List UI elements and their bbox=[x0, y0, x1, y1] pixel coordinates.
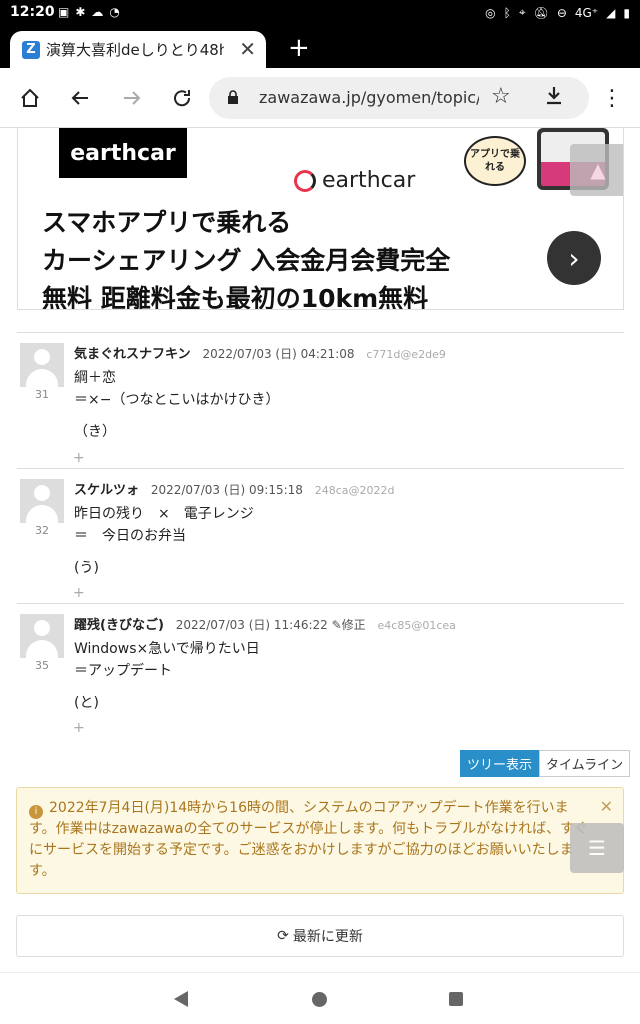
network-label: 4G⁺ bbox=[574, 5, 599, 20]
ad-brand-text: earthcar bbox=[322, 168, 416, 193]
download-icon[interactable] bbox=[543, 84, 565, 112]
ad-headline-line: スマホアプリで乗れる bbox=[42, 208, 292, 237]
post-date: 2022/07/03 (日) 09:15:18 bbox=[150, 483, 303, 497]
wifi-icon: ◔ bbox=[109, 5, 120, 19]
post-number: 32 bbox=[35, 524, 49, 537]
reply-plus-icon[interactable]: + bbox=[73, 720, 85, 736]
post-body: 綱＋恋 ＝×−（つなとこいはかけひき） （き） bbox=[74, 370, 280, 440]
edited-label: 修正 bbox=[341, 618, 366, 632]
bookmark-star-icon[interactable]: ☆ bbox=[491, 84, 511, 109]
post-id[interactable]: 248ca@2022d bbox=[315, 484, 395, 497]
comment-post: 31 気まぐれスナフキン 2022/07/03 (日) 04:21:08 c77… bbox=[17, 333, 624, 468]
cloud-icon: ☁ bbox=[91, 5, 104, 19]
avatar bbox=[20, 614, 64, 658]
timeline-view-button[interactable]: タイムライン bbox=[539, 750, 631, 777]
lock-icon bbox=[228, 90, 238, 104]
nav-recents-icon[interactable] bbox=[449, 992, 463, 1006]
ad-headline-line: 無料 距離料金も最初の10km無料 bbox=[42, 284, 429, 310]
battery-icon: ▮ bbox=[623, 5, 630, 20]
toolbar: zawazawa.jp/gyomen/topic/3 ☆ ⋮ bbox=[0, 68, 640, 128]
ad-headline-line: カーシェアリング 入会金月会費完全 bbox=[42, 246, 451, 275]
ad-brand: earthcar bbox=[294, 168, 415, 193]
post-body: 昨日の残り × 電子レンジ ＝ 今日のお弁当 (う) bbox=[74, 506, 254, 576]
floating-menu-button[interactable]: ☰ bbox=[570, 823, 624, 873]
tab-bar: Z 演算大喜利deしりとり48h ✕ bbox=[0, 26, 640, 68]
reply-plus-icon[interactable]: + bbox=[73, 450, 85, 466]
back-icon[interactable] bbox=[64, 82, 96, 114]
ad-headline: スマホアプリで乗れる カーシェアリング 入会金月会費完全 無料 距離料金も最初の… bbox=[42, 204, 512, 310]
mute-icon: 🔕︎ bbox=[533, 5, 549, 20]
refresh-button[interactable]: ⟳ 最新に更新 bbox=[16, 915, 624, 957]
post-date: 2022/07/03 (日) 11:46:22 bbox=[175, 618, 328, 632]
nav-back-icon[interactable] bbox=[174, 991, 188, 1007]
app-notification-icon: ✱ bbox=[75, 5, 86, 19]
sync-icon: ◎ bbox=[485, 5, 496, 20]
home-icon[interactable] bbox=[14, 82, 46, 114]
notice-text: 2022年7月4日(月)14時から16時の間、システムのコアアップデート作業を行… bbox=[29, 800, 589, 879]
more-menu-icon[interactable]: ⋮ bbox=[596, 82, 628, 114]
location-icon: ⌖ bbox=[518, 5, 526, 19]
bluetooth-icon: ᛒ bbox=[503, 5, 511, 20]
advertisement-banner[interactable]: earthcar earthcar アプリで乗れる ▲ スマホアプリで乗れる カ… bbox=[17, 128, 624, 310]
refresh-label: 最新に更新 bbox=[292, 929, 363, 945]
tree-view-button[interactable]: ツリー表示 bbox=[460, 750, 540, 777]
notification-icon: ▣ bbox=[58, 5, 70, 19]
dnd-icon: ⊖ bbox=[556, 5, 567, 20]
reply-plus-icon[interactable]: + bbox=[73, 585, 85, 601]
avatar bbox=[20, 479, 64, 523]
signal-icon: ◢ bbox=[606, 5, 616, 20]
status-bar: 12:20 ▣ ✱ ☁ ◔ ◎ ᛒ ⌖ 🔕︎ ⊖ 4G⁺ ◢ ▮ bbox=[0, 0, 640, 26]
post-author[interactable]: スケルツォ bbox=[74, 483, 139, 498]
reload-icon[interactable] bbox=[166, 82, 198, 114]
post-number: 35 bbox=[35, 659, 49, 672]
close-tab-icon[interactable]: ✕ bbox=[239, 37, 256, 61]
info-icon: i bbox=[29, 805, 43, 819]
new-tab-icon[interactable]: + bbox=[288, 33, 310, 63]
nav-home-icon[interactable] bbox=[312, 992, 327, 1007]
post-body: Windows×急いで帰りたい日 ＝アップデート (と) bbox=[74, 641, 260, 711]
ad-arrow-button[interactable]: › bbox=[547, 231, 601, 285]
url-text[interactable]: zawazawa.jp/gyomen/topic/3 bbox=[259, 88, 479, 107]
post-number: 31 bbox=[35, 388, 49, 401]
ad-bubble: アプリで乗れる bbox=[464, 136, 526, 186]
brand-logo-icon bbox=[294, 169, 316, 192]
comment-post: 35 躍残(きびなご) 2022/07/03 (日) 11:46:22 ✎修正 … bbox=[17, 604, 624, 739]
scroll-top-button[interactable]: ▲ bbox=[570, 144, 623, 196]
comment-post: 32 スケルツォ 2022/07/03 (日) 09:15:18 248ca@2… bbox=[17, 469, 624, 603]
post-id[interactable]: c771d@e2de9 bbox=[366, 348, 446, 361]
browser-tab[interactable]: Z 演算大喜利deしりとり48h ✕ bbox=[10, 31, 266, 68]
ad-logo: earthcar bbox=[59, 128, 187, 178]
address-bar[interactable]: zawazawa.jp/gyomen/topic/3 ☆ bbox=[209, 77, 589, 119]
maintenance-notice: i 2022年7月4日(月)14時から16時の間、システムのコアアップデート作業を… bbox=[16, 787, 624, 894]
post-author[interactable]: 気まぐれスナフキン bbox=[74, 347, 191, 362]
system-nav-bar bbox=[0, 972, 640, 1024]
avatar bbox=[20, 343, 64, 387]
forward-icon[interactable] bbox=[116, 82, 148, 114]
post-id[interactable]: e4c85@01cea bbox=[378, 619, 456, 632]
view-toggle: ツリー表示 タイムライン bbox=[460, 750, 631, 777]
post-date: 2022/07/03 (日) 04:21:08 bbox=[202, 347, 355, 361]
post-author[interactable]: 躍残(きびなご) bbox=[74, 618, 164, 633]
status-time: 12:20 bbox=[10, 4, 55, 20]
edit-icon: ✎ bbox=[331, 618, 342, 632]
refresh-icon: ⟳ bbox=[277, 928, 289, 944]
tab-title: 演算大喜利deしりとり48h bbox=[46, 41, 224, 59]
favicon-icon: Z bbox=[22, 40, 40, 59]
close-notice-icon[interactable]: ✕ bbox=[600, 796, 613, 817]
